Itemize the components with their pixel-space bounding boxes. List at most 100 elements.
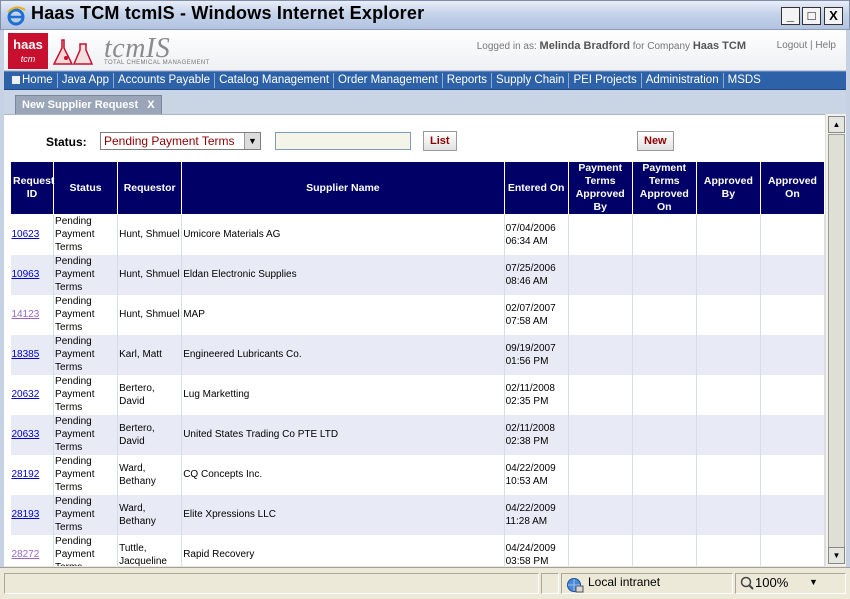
requestor-cell: Bertero, David (117, 374, 183, 415)
approved-on-cell (760, 494, 825, 535)
request-id-link[interactable]: 10623 (12, 229, 40, 240)
menu-item-catalog-management[interactable]: Catalog Management (215, 73, 335, 88)
approved-on-cell (760, 374, 825, 415)
request-id-link[interactable]: 20632 (12, 389, 40, 400)
requestor-cell: Hunt, Shmuel (117, 214, 183, 255)
approved-by-cell (696, 374, 761, 415)
zoom-icon (740, 576, 754, 590)
menu-item-supply-chain[interactable]: Supply Chain (492, 73, 570, 88)
column-header-pt-approved-on[interactable]: Payment Terms Approved On (631, 161, 697, 215)
new-button[interactable]: New (637, 131, 674, 151)
column-header-supplier-name[interactable]: Supplier Name (181, 161, 505, 215)
menu-item-msds[interactable]: MSDS (724, 73, 765, 88)
request-id-link[interactable]: 28272 (12, 549, 40, 560)
entered-on-cell: 04/24/2009 03:58 PM (504, 534, 569, 566)
request-id-link[interactable]: 14123 (12, 309, 40, 320)
requestor-cell: Ward, Bethany (117, 494, 183, 535)
table-row[interactable]: 10963 Pending Payment Terms Hunt, Shmuel El… (10, 254, 825, 295)
close-window-button[interactable]: X (824, 7, 843, 25)
menu-item-administration[interactable]: Administration (642, 73, 724, 88)
menu-item-java-app[interactable]: Java App (58, 73, 115, 88)
table-row[interactable]: 18385 Pending Payment Terms Karl, Matt Engi… (10, 334, 825, 375)
requestor-cell: Bertero, David (117, 414, 183, 455)
table-row[interactable]: 20632 Pending Payment Terms Bertero, David… (10, 374, 825, 415)
approved-by-cell (696, 494, 761, 535)
request-id-link[interactable]: 28193 (12, 509, 40, 520)
entered-time: 11:28 AM (505, 515, 548, 527)
supplier-name-cell: MAP (181, 294, 505, 335)
scroll-up-arrow-icon[interactable]: ▲ (828, 116, 845, 133)
pt-approved-on-cell (632, 534, 697, 566)
logo-main-text: haas (13, 37, 43, 52)
main-menu: Home Java App Accounts Payable Catalog M… (4, 71, 846, 90)
pt-approved-by-cell (568, 214, 633, 255)
help-link[interactable]: Help (815, 40, 836, 51)
company-name: Haas TCM (692, 40, 746, 52)
approved-by-cell (696, 334, 761, 375)
pt-approved-on-cell (632, 454, 697, 495)
menu-item-pei-projects[interactable]: PEI Projects (569, 73, 642, 88)
menu-item-reports[interactable]: Reports (443, 73, 493, 88)
tab-close-button[interactable]: X (147, 99, 154, 111)
table-row[interactable]: 28272 Pending Payment TermsTuttle, Jacque… (10, 534, 825, 566)
request-id-link[interactable]: 20633 (12, 429, 40, 440)
vertical-scrollbar[interactable]: ▲ ▼ (825, 114, 846, 566)
column-header-request-id[interactable]: Request ID (9, 161, 54, 215)
request-id-link[interactable]: 18385 (12, 349, 40, 360)
entered-on-cell: 02/11/2008 02:35 PM (504, 374, 569, 415)
approved-on-cell (760, 294, 825, 335)
zoom-dropdown-arrow-icon[interactable]: ▼ (809, 577, 818, 587)
table-row[interactable]: 10623 Pending Payment Terms Hunt, Shmuel Um… (10, 214, 825, 255)
column-header-entered-on[interactable]: Entered On (503, 161, 569, 215)
maximize-button[interactable]: □ (802, 7, 821, 25)
column-header-approved-on[interactable]: Approved On (759, 161, 825, 215)
entered-time: 10:53 AM (505, 475, 548, 487)
table-row[interactable]: 28192 Pending Payment Terms Ward, Bethany C… (10, 454, 825, 495)
haas-logo[interactable]: haas tcm (8, 33, 48, 69)
entered-on-cell: 02/11/2008 02:38 PM (504, 414, 569, 455)
column-header-pt-approved-by[interactable]: Payment Terms Approved By (567, 161, 633, 215)
scrollbar-thumb[interactable] (828, 134, 845, 548)
scroll-down-arrow-icon[interactable]: ▼ (828, 547, 845, 564)
entered-time: 08:46 AM (505, 275, 548, 287)
pt-approved-on-cell (632, 414, 697, 455)
status-cell: Pending Payment Terms (53, 494, 119, 535)
approved-on-cell (760, 414, 825, 455)
entered-date: 07/25/2006 (505, 262, 556, 274)
request-id-cell: 28192 (10, 454, 55, 495)
status-select[interactable]: Pending Payment Terms ▼ (100, 132, 261, 150)
request-id-link[interactable]: 28192 (12, 469, 40, 480)
table-row[interactable]: 14123 Pending Payment Terms Hunt, Shmuel MA… (10, 294, 825, 335)
pt-approved-on-cell (632, 374, 697, 415)
tab-new-supplier-request[interactable]: New Supplier Request X (15, 95, 162, 114)
pt-approved-by-cell (568, 454, 633, 495)
list-button[interactable]: List (423, 131, 457, 151)
table-header-row: Request ID Status Requestor Supplier Nam… (9, 161, 825, 215)
menu-item-home[interactable]: Home (8, 73, 58, 88)
status-cell: Pending Payment Terms (53, 254, 119, 295)
request-id-cell: 28193 (10, 494, 55, 535)
approved-by-cell (696, 214, 761, 255)
requestor-cell: Hunt, Shmuel (117, 254, 183, 295)
entered-date: 02/11/2008 (505, 422, 555, 434)
logout-link[interactable]: Logout (777, 40, 808, 51)
table-row[interactable]: 28193 Pending Payment Terms Ward, Bethany E… (10, 494, 825, 535)
status-cell: Pending Payment Terms (53, 374, 119, 415)
window-title-bar[interactable]: Haas TCM tcmIS - Windows Internet Explor… (0, 0, 850, 30)
menu-item-accounts-payable[interactable]: Accounts Payable (114, 73, 216, 88)
entered-on-cell: 04/22/2009 10:53 AM (504, 454, 569, 495)
dropdown-arrow-icon[interactable]: ▼ (244, 133, 260, 149)
status-cell: Pending Payment Terms (53, 534, 119, 566)
column-header-requestor[interactable]: Requestor (117, 161, 183, 215)
menu-item-order-management[interactable]: Order Management (334, 73, 443, 88)
column-header-approved-by[interactable]: Approved By (695, 161, 761, 215)
search-input[interactable] (275, 132, 411, 150)
column-header-status[interactable]: Status (53, 161, 119, 215)
supplier-name-cell: Lug Marketting (181, 374, 505, 415)
request-id-link[interactable]: 10963 (12, 269, 40, 280)
request-id-cell: 10963 (10, 254, 55, 295)
menu-label: Home (22, 74, 53, 86)
table-row[interactable]: 20633 Pending Payment Terms Bertero, David… (10, 414, 825, 455)
minimize-button[interactable]: _ (781, 7, 800, 25)
browser-status-bar: Local intranet 100% ▼ (0, 567, 850, 599)
